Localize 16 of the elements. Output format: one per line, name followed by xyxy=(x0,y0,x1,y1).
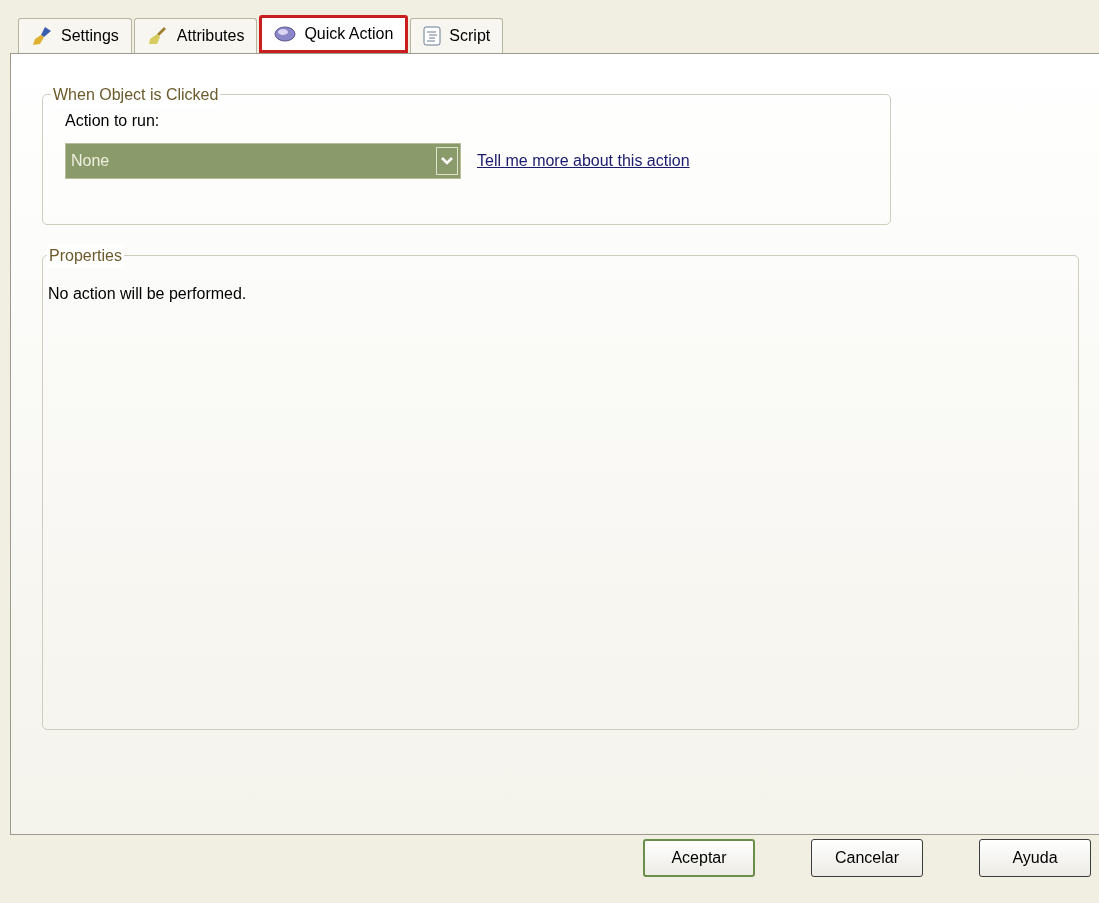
brush-icon xyxy=(31,25,53,47)
tab[interactable]: Quick Action xyxy=(259,15,409,53)
chevron-down-icon xyxy=(436,147,458,175)
script-icon xyxy=(423,26,442,46)
dialog-button[interactable]: Aceptar xyxy=(643,839,755,877)
group-title: Properties xyxy=(47,244,124,268)
dialog-button[interactable]: Ayuda xyxy=(979,839,1091,877)
field-label: Action to run: xyxy=(65,111,161,131)
broom-icon xyxy=(146,25,169,47)
dialog-button[interactable]: Cancelar xyxy=(811,839,923,877)
tab[interactable]: Settings xyxy=(18,18,132,53)
disc-icon xyxy=(274,25,297,43)
tab[interactable]: Script xyxy=(410,18,504,53)
tab[interactable]: Attributes xyxy=(133,18,258,53)
help-link[interactable]: Tell me more about this action xyxy=(477,149,690,173)
message-text: No action will be performed. xyxy=(48,284,248,304)
